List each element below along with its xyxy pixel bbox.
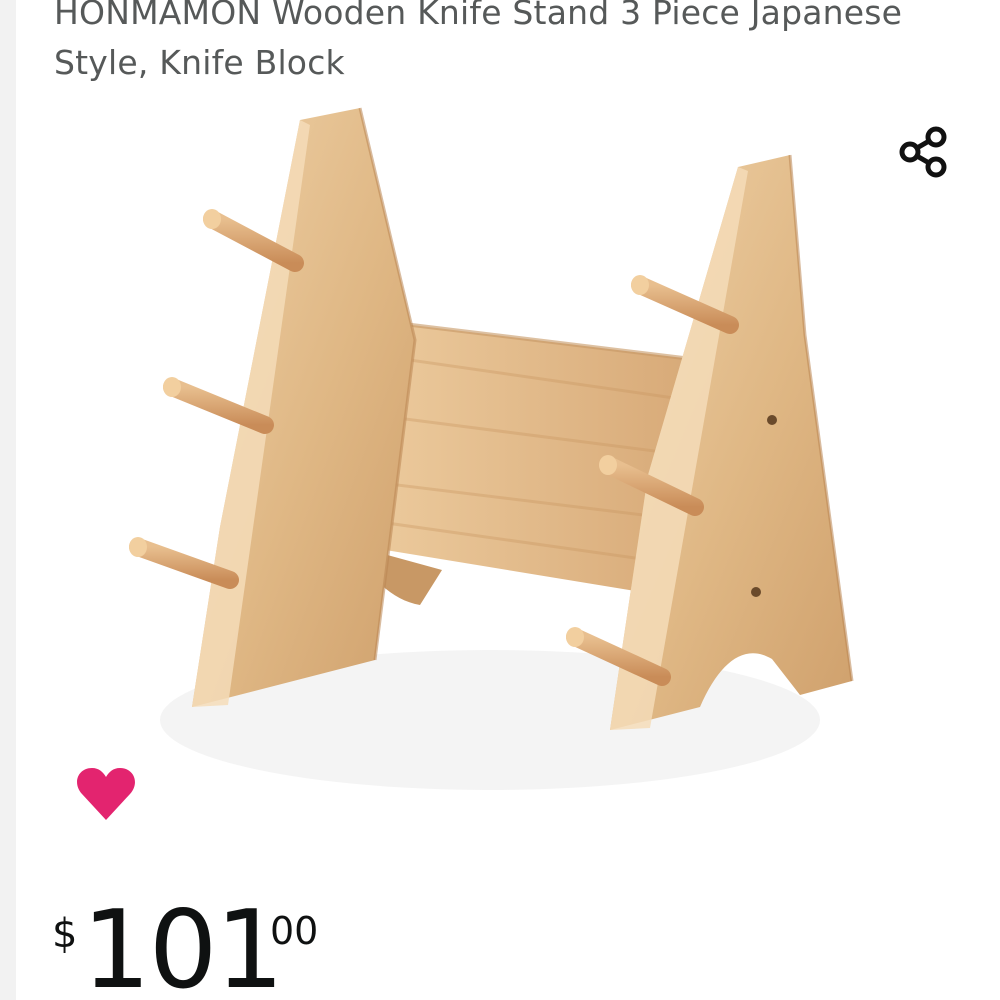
product-detail-page: HONMAMON Wooden Knife Stand 3 Piece Japa… [0,0,1000,1000]
price-fraction: 00 [270,909,319,953]
wishlist-button[interactable] [74,764,138,824]
heart-icon [77,768,135,820]
screen-edge [0,0,16,1000]
price-currency-symbol: $ [52,911,78,957]
product-title: HONMAMON Wooden Knife Stand 3 Piece Japa… [54,0,903,82]
product-image[interactable] [100,95,920,835]
price-whole: 101 [82,888,284,1000]
